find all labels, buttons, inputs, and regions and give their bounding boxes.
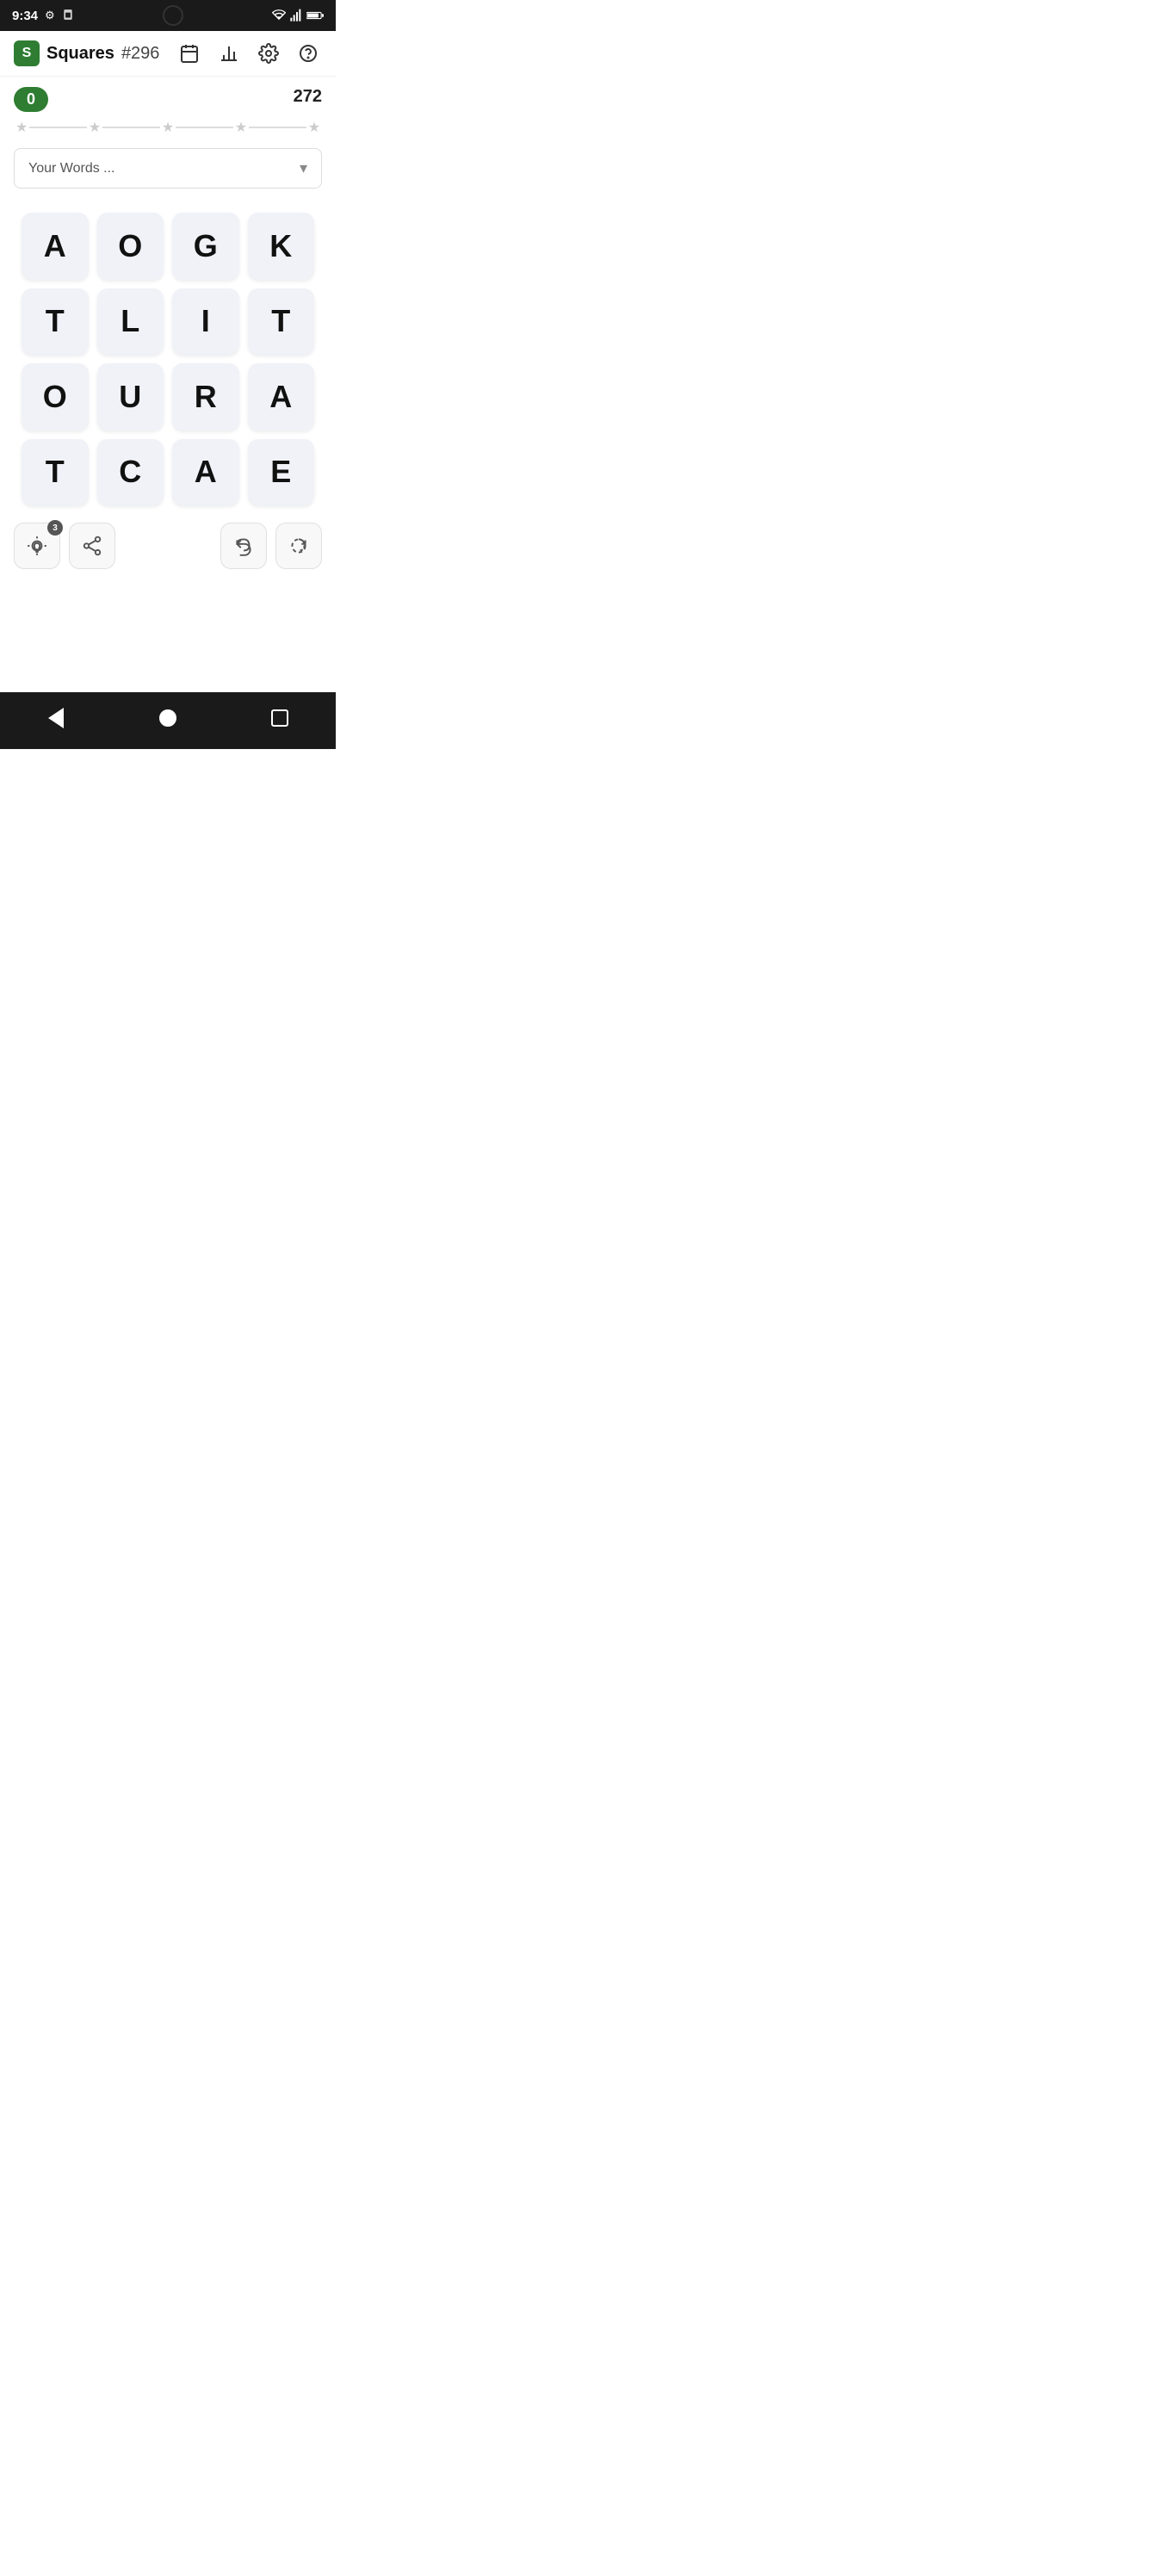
tile-L-5[interactable]: L: [97, 288, 164, 356]
settings-icon: ⚙: [45, 9, 55, 22]
recents-icon: [271, 709, 288, 727]
hint-button[interactable]: 3: [14, 523, 60, 569]
chart-button[interactable]: [215, 40, 243, 67]
tile-I-6[interactable]: I: [172, 288, 239, 356]
tile-C-13[interactable]: C: [97, 439, 164, 506]
bottom-actions: 3: [0, 514, 336, 578]
star-row: ★ ★ ★ ★ ★: [14, 119, 322, 136]
back-nav-button[interactable]: [39, 701, 73, 735]
tile-U-9[interactable]: U: [97, 363, 164, 430]
star-4: ★: [235, 119, 247, 136]
your-words-label: Your Words ...: [28, 161, 115, 176]
tile-T-12[interactable]: T: [22, 439, 89, 506]
tile-G-2[interactable]: G: [172, 213, 239, 280]
settings-button[interactable]: [255, 40, 282, 67]
home-nav-button[interactable]: [151, 701, 185, 735]
tile-O-8[interactable]: O: [22, 363, 89, 430]
tile-A-11[interactable]: A: [248, 363, 315, 430]
action-left-buttons: 3: [14, 523, 115, 569]
signal-icon: [289, 9, 303, 22]
tile-O-1[interactable]: O: [97, 213, 164, 280]
your-words-dropdown[interactable]: Your Words ... ▾: [14, 148, 322, 189]
tile-T-4[interactable]: T: [22, 288, 89, 356]
home-icon: [159, 709, 176, 727]
battery-icon: [306, 9, 324, 22]
hint-count: 3: [47, 520, 63, 536]
star-2: ★: [89, 119, 101, 136]
action-right-buttons: [220, 523, 322, 569]
sim-icon: [62, 9, 74, 23]
score-row: 0 272: [14, 87, 322, 112]
recents-nav-button[interactable]: [263, 701, 297, 735]
share-button[interactable]: [69, 523, 115, 569]
nav-icons: [176, 40, 322, 67]
score-section: 0 272 ★ ★ ★ ★ ★: [0, 77, 336, 141]
help-button[interactable]: [294, 40, 322, 67]
star-5: ★: [308, 119, 320, 136]
top-nav: S Squares #296: [0, 31, 336, 77]
letter-grid: A O G K T L I T O U R A T C A E: [22, 213, 314, 505]
bottom-nav-bar: [0, 692, 336, 749]
wifi-icon: [272, 9, 286, 22]
tile-A-0[interactable]: A: [22, 213, 89, 280]
back-icon: [48, 708, 64, 728]
clear-button[interactable]: [275, 523, 322, 569]
tile-R-10[interactable]: R: [172, 363, 239, 430]
app-title: Squares: [46, 44, 114, 64]
star-3: ★: [162, 119, 174, 136]
status-time: 9:34: [12, 9, 38, 23]
calendar-button[interactable]: [176, 40, 203, 67]
tile-K-3[interactable]: K: [248, 213, 315, 280]
status-bar: 9:34 ⚙: [0, 0, 336, 31]
app-icon: S: [14, 40, 40, 66]
chevron-down-icon: ▾: [300, 159, 307, 177]
undo-button[interactable]: [220, 523, 267, 569]
tile-A-14[interactable]: A: [172, 439, 239, 506]
your-words-section: Your Words ... ▾: [0, 141, 336, 195]
tile-E-15[interactable]: E: [248, 439, 315, 506]
current-score: 0: [14, 87, 48, 112]
status-right-icons: [272, 9, 324, 22]
puzzle-number: #296: [121, 44, 160, 64]
letter-grid-section: A O G K T L I T O U R A T C A E: [0, 195, 336, 514]
camera-cutout: [163, 5, 183, 26]
tile-T-7[interactable]: T: [248, 288, 315, 356]
max-score: 272: [294, 87, 322, 107]
star-1: ★: [15, 119, 28, 136]
nav-left: S Squares #296: [14, 40, 159, 66]
